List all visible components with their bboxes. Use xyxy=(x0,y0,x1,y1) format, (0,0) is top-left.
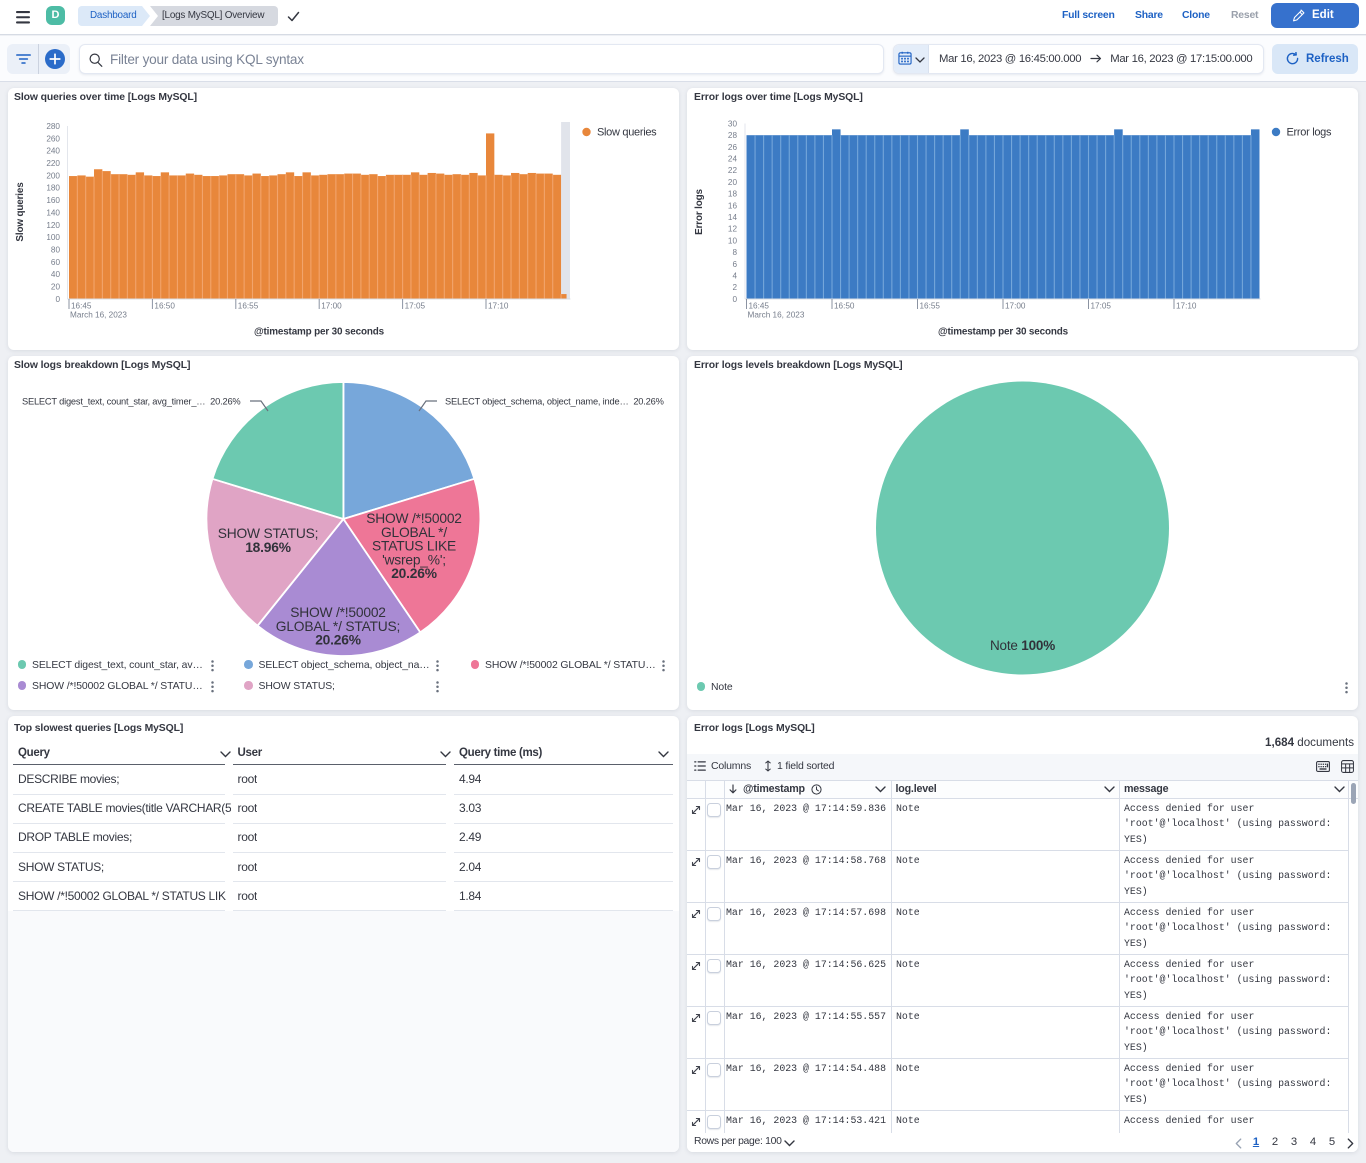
svg-text:120: 120 xyxy=(46,221,60,230)
svg-text:220: 220 xyxy=(46,159,60,168)
svg-text:10: 10 xyxy=(728,236,738,245)
svg-text:20: 20 xyxy=(728,178,738,187)
svg-text:16:55: 16:55 xyxy=(238,302,259,311)
svg-text:8: 8 xyxy=(732,248,737,257)
svg-text:0: 0 xyxy=(55,295,60,304)
svg-text:200: 200 xyxy=(46,171,60,180)
svg-text:18: 18 xyxy=(728,190,738,199)
svg-text:80: 80 xyxy=(51,246,61,255)
svg-text:14: 14 xyxy=(728,213,738,222)
svg-text:30: 30 xyxy=(728,119,738,128)
svg-text:16:50: 16:50 xyxy=(834,302,855,311)
svg-text:240: 240 xyxy=(46,147,60,156)
svg-text:18.96%: 18.96% xyxy=(245,540,291,555)
svg-text:12: 12 xyxy=(728,225,738,234)
svg-text:@timestamp per 30 seconds: @timestamp per 30 seconds xyxy=(938,327,1069,338)
svg-text:'wsrep_%';: 'wsrep_%'; xyxy=(382,552,446,567)
svg-text:Slow queries: Slow queries xyxy=(15,182,26,242)
svg-text:SELECT digest_text, count_star: SELECT digest_text, count_star, avg_time… xyxy=(22,396,241,406)
svg-text:17:10: 17:10 xyxy=(1176,302,1197,311)
svg-text:28: 28 xyxy=(728,131,738,140)
svg-text:SELECT object_schema, object_n: SELECT object_schema, object_name, inde…… xyxy=(445,396,664,406)
svg-text:40: 40 xyxy=(51,270,61,279)
svg-text:Slow queries: Slow queries xyxy=(597,127,657,139)
svg-text:26: 26 xyxy=(728,143,738,152)
svg-text:Error logs: Error logs xyxy=(694,189,705,235)
svg-text:SHOW /*!50002: SHOW /*!50002 xyxy=(290,605,386,620)
svg-text:260: 260 xyxy=(46,134,60,143)
svg-text:16:50: 16:50 xyxy=(154,302,175,311)
svg-text:16:45: 16:45 xyxy=(71,302,92,311)
svg-text:24: 24 xyxy=(728,155,738,164)
svg-text:100: 100 xyxy=(46,233,60,242)
svg-text:4: 4 xyxy=(732,272,737,281)
svg-text:22: 22 xyxy=(728,166,738,175)
svg-text:20.26%: 20.26% xyxy=(391,566,437,581)
svg-text:17:05: 17:05 xyxy=(1091,302,1112,311)
svg-text:180: 180 xyxy=(46,184,60,193)
svg-text:17:05: 17:05 xyxy=(405,302,426,311)
svg-text:60: 60 xyxy=(51,258,61,267)
svg-text:Error logs: Error logs xyxy=(1287,127,1332,139)
svg-text:GLOBAL */: GLOBAL */ xyxy=(381,525,447,540)
svg-text:17:00: 17:00 xyxy=(1005,302,1026,311)
svg-text:STATUS LIKE: STATUS LIKE xyxy=(372,539,456,554)
svg-text:SHOW STATUS;: SHOW STATUS; xyxy=(218,526,319,541)
svg-text:March 16, 2023: March 16, 2023 xyxy=(70,310,127,319)
svg-text:GLOBAL */ STATUS;: GLOBAL */ STATUS; xyxy=(276,619,400,634)
svg-text:280: 280 xyxy=(46,122,60,131)
svg-text:16: 16 xyxy=(728,201,738,210)
svg-text:@timestamp per 30 seconds: @timestamp per 30 seconds xyxy=(254,327,385,338)
svg-text:16:55: 16:55 xyxy=(920,302,941,311)
svg-text:140: 140 xyxy=(46,208,60,217)
svg-text:SHOW /*!50002: SHOW /*!50002 xyxy=(366,511,462,526)
svg-text:0: 0 xyxy=(732,295,737,304)
svg-text:20: 20 xyxy=(51,283,61,292)
svg-text:March 16, 2023: March 16, 2023 xyxy=(748,310,805,319)
svg-text:160: 160 xyxy=(46,196,60,205)
svg-text:20.26%: 20.26% xyxy=(315,633,361,648)
svg-text:17:00: 17:00 xyxy=(321,302,342,311)
svg-text:Note 100%: Note 100% xyxy=(990,638,1055,653)
svg-text:17:10: 17:10 xyxy=(488,302,509,311)
svg-text:6: 6 xyxy=(732,260,737,269)
svg-text:2: 2 xyxy=(732,283,737,292)
svg-text:16:45: 16:45 xyxy=(749,302,770,311)
